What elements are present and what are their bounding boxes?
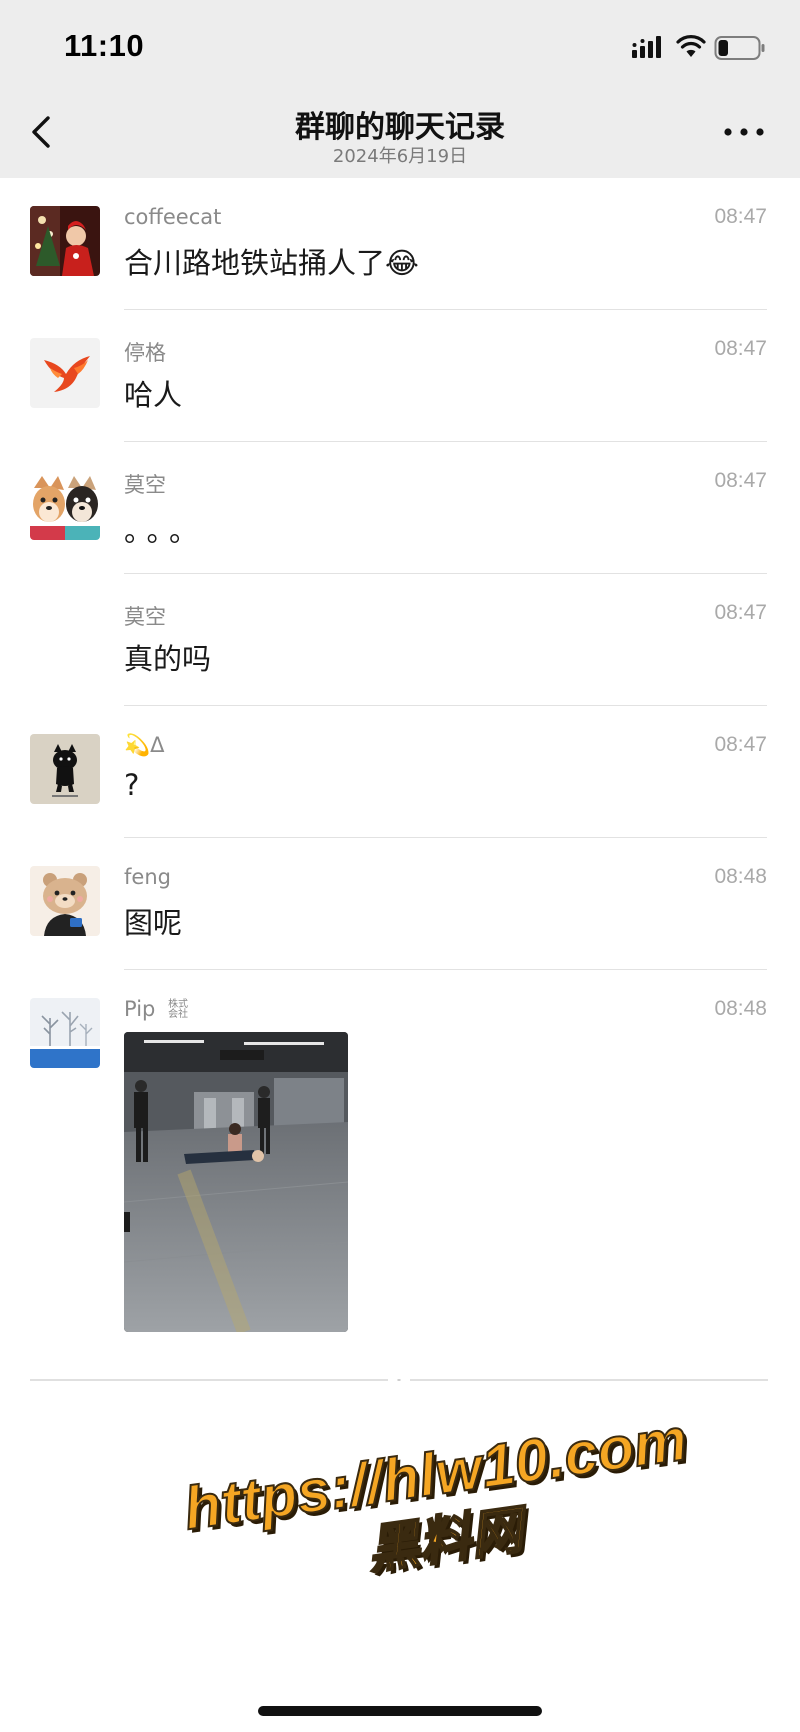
- page-subtitle-date: 2024年6月19日: [332, 146, 468, 167]
- christmas-photo-avatar[interactable]: [30, 206, 100, 276]
- chat-message[interactable]: 莫空 08:47 。。。: [0, 442, 800, 574]
- sender-name: 莫空: [124, 473, 166, 497]
- cartoon-bear-avatar[interactable]: [30, 866, 100, 936]
- message-time: 08:47: [714, 337, 767, 360]
- wifi-icon: [676, 35, 706, 57]
- sender-name: feng: [124, 865, 171, 889]
- message-time: 08:48: [714, 865, 767, 888]
- chat-message[interactable]: 莫空 08:47 真的吗: [0, 574, 800, 706]
- chat-message[interactable]: coffeecat 08:47 合川路地铁站捅人了😂: [0, 178, 800, 310]
- page-title: 群聊的聊天记录: [295, 110, 505, 145]
- status-bar: 11:10: [0, 0, 800, 92]
- top-area: 11:10 群聊的聊天记录 2024年6月19日: [0, 0, 800, 178]
- sender-name-text: Pip: [124, 997, 156, 1021]
- message-text: 合川路地铁站捅人了😂: [124, 246, 419, 280]
- shiba-dogs-avatar[interactable]: [30, 470, 100, 540]
- message-text: 。。。: [124, 514, 207, 548]
- message-time: 08:47: [714, 601, 767, 624]
- message-time: 08:48: [714, 997, 767, 1020]
- status-time: 11:10: [64, 28, 145, 63]
- sender-name: 💫ᐃ: [124, 733, 165, 757]
- sender-name: coffeecat: [124, 205, 222, 229]
- message-text: ?: [124, 768, 140, 802]
- message-text: 哈人: [124, 378, 183, 412]
- black-cat-avatar[interactable]: [30, 734, 100, 804]
- watermark: https://hlw10.com 黑料网: [134, 1399, 747, 1613]
- sender-name: 莫空: [124, 605, 166, 629]
- subway-station-photo[interactable]: [124, 1032, 348, 1332]
- home-indicator[interactable]: [258, 1706, 542, 1716]
- message-time: 08:47: [714, 469, 767, 492]
- nav-bar: 群聊的聊天记录 2024年6月19日: [0, 92, 800, 178]
- end-of-list-divider: [30, 1379, 768, 1381]
- message-time: 08:47: [714, 205, 767, 228]
- battery-icon: [714, 36, 765, 60]
- chat-message[interactable]: Pip 株式 会社 08:48: [0, 970, 800, 1350]
- chat-message[interactable]: 停格 08:47 哈人: [0, 310, 800, 442]
- chat-message[interactable]: 💫ᐃ 08:47 ?: [0, 706, 800, 838]
- winter-scene-avatar[interactable]: [30, 998, 100, 1068]
- red-phoenix-avatar[interactable]: [30, 338, 100, 408]
- chat-message[interactable]: feng 08:48 图呢: [0, 838, 800, 970]
- sender-badge: 株式 会社: [168, 999, 189, 1020]
- more-dots-icon[interactable]: [722, 122, 766, 142]
- cellular-signal-icon: [632, 36, 661, 58]
- sender-name: 停格: [124, 341, 166, 365]
- message-text: 图呢: [124, 906, 183, 940]
- message-text: 真的吗: [124, 642, 212, 676]
- message-time: 08:47: [714, 733, 767, 756]
- sender-name: Pip 株式 会社: [124, 997, 188, 1021]
